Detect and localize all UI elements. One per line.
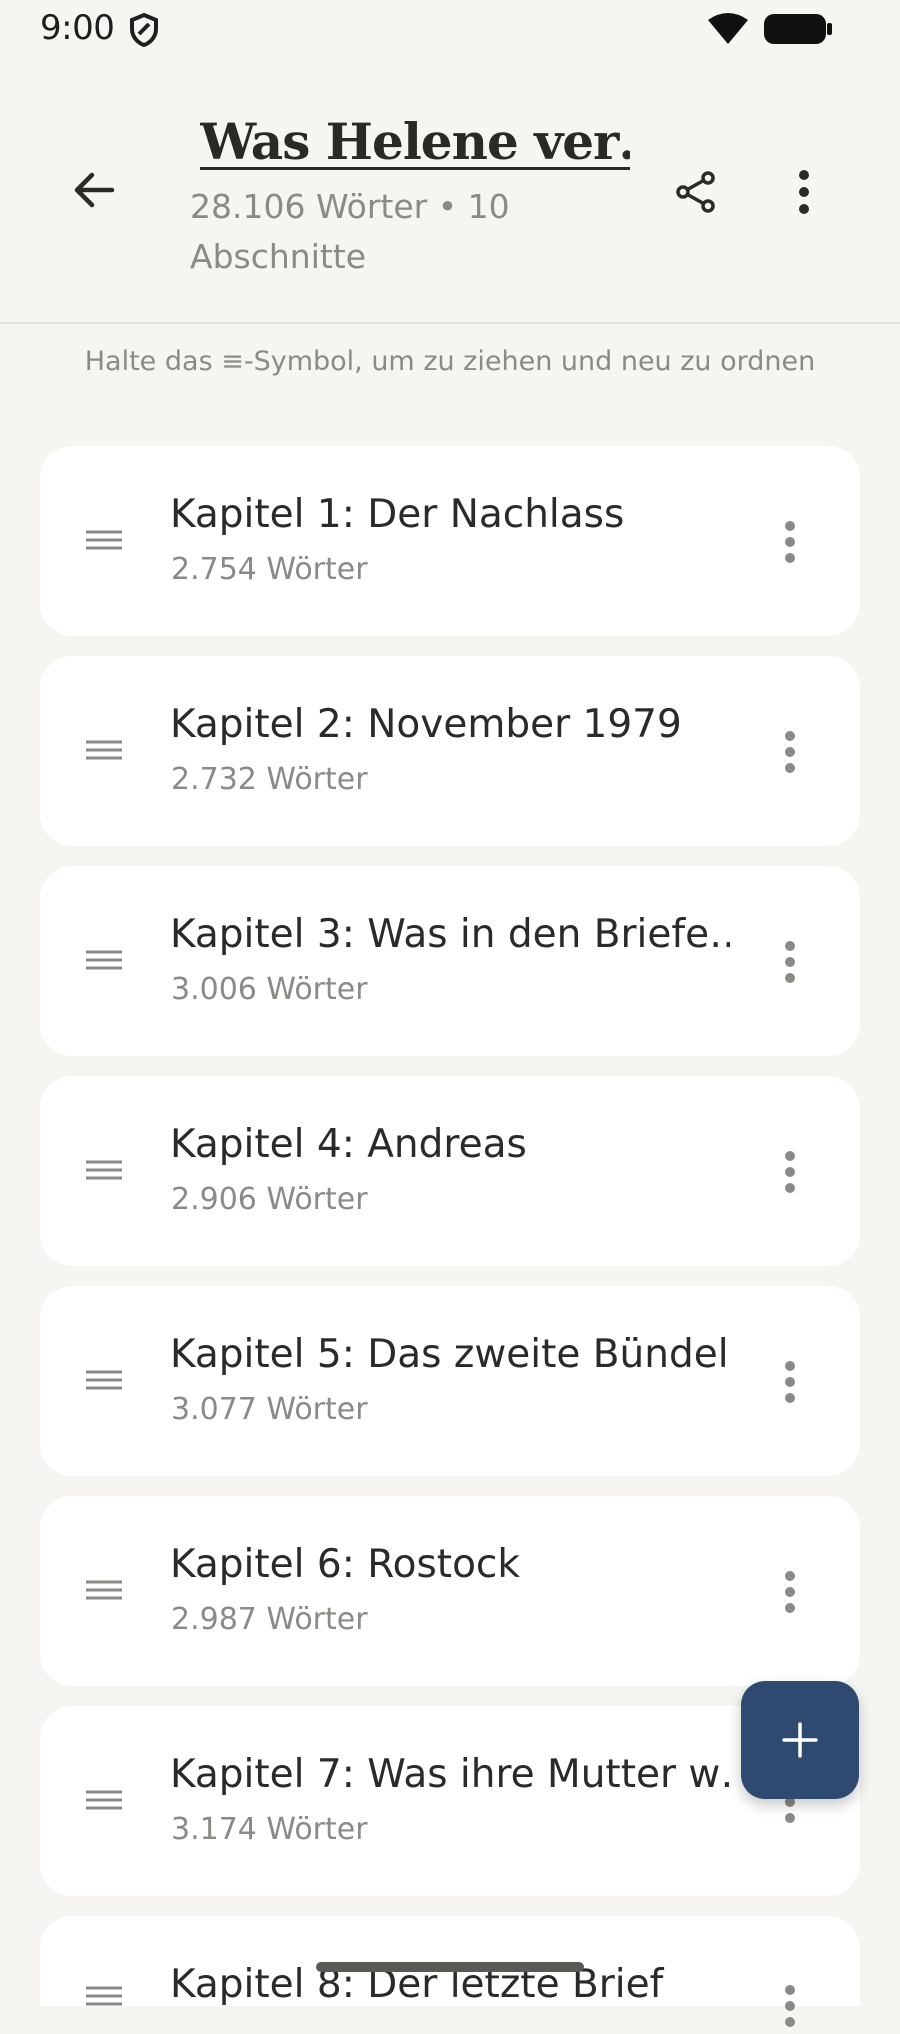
shield-icon bbox=[128, 12, 160, 52]
share-icon bbox=[676, 171, 715, 213]
chapter-word-count: 3.006 Wörter bbox=[171, 972, 368, 1007]
more-vertical-icon bbox=[785, 1985, 795, 2027]
reorder-hint: Halte das ≡-Symbol, um zu ziehen und neu… bbox=[84, 346, 816, 377]
arrow-left-icon bbox=[74, 172, 115, 208]
chapter-title: Kapitel 3: Was in den Briefe… bbox=[170, 912, 730, 957]
more-vertical-icon bbox=[785, 1151, 795, 1193]
chapter-title: Kapitel 5: Das zweite Bündel bbox=[170, 1332, 729, 1377]
chapter-card[interactable]: Kapitel 6: Rostock 2.987 Wörter bbox=[40, 1496, 860, 1686]
more-vertical-icon bbox=[799, 170, 809, 214]
chapter-title: Kapitel 1: Der Nachlass bbox=[170, 492, 625, 537]
more-vertical-icon bbox=[785, 731, 795, 773]
wifi-icon bbox=[706, 12, 750, 50]
drag-handle-icon[interactable] bbox=[84, 1780, 124, 1820]
chapter-word-count: 3.174 Wörter bbox=[171, 1812, 368, 1847]
chapter-card[interactable]: Kapitel 5: Das zweite Bündel 3.077 Wörte… bbox=[40, 1286, 860, 1476]
chapter-more-button[interactable] bbox=[762, 1978, 818, 2034]
chapter-card[interactable]: Kapitel 2: November 1979 2.732 Wörter bbox=[40, 656, 860, 846]
chapter-card[interactable]: Kapitel 8: Der letzte Brief bbox=[40, 1916, 860, 2027]
chapter-more-button[interactable] bbox=[762, 1144, 818, 1200]
drag-handle-icon[interactable] bbox=[84, 520, 124, 560]
home-indicator[interactable] bbox=[316, 1962, 584, 1972]
chapter-card[interactable]: Kapitel 4: Andreas 2.906 Wörter bbox=[40, 1076, 860, 1266]
drag-handle-icon[interactable] bbox=[84, 1570, 124, 1610]
drag-handle-icon[interactable] bbox=[84, 730, 124, 770]
chapter-more-button[interactable] bbox=[762, 934, 818, 990]
status-time: 9:00 bbox=[40, 8, 115, 48]
chapter-card[interactable]: Kapitel 7: Was ihre Mutter w… 3.174 Wört… bbox=[40, 1706, 860, 1896]
document-stats: 28.106 Wörter • 10 Abschnitte bbox=[190, 187, 510, 276]
chapter-word-count: 2.987 Wörter bbox=[171, 1602, 368, 1637]
drag-handle-icon[interactable] bbox=[84, 940, 124, 980]
more-options-button[interactable] bbox=[772, 160, 836, 224]
drag-handle-icon[interactable] bbox=[84, 1976, 124, 2016]
plus-icon bbox=[782, 1722, 818, 1758]
chapter-title: Kapitel 2: November 1979 bbox=[170, 702, 682, 747]
drag-handle-icon[interactable] bbox=[84, 1150, 124, 1190]
chapter-card[interactable]: Kapitel 3: Was in den Briefe… 3.006 Wört… bbox=[40, 866, 860, 1056]
chapter-title: Kapitel 4: Andreas bbox=[170, 1122, 527, 1167]
chapter-word-count: 2.754 Wörter bbox=[171, 552, 368, 587]
more-vertical-icon bbox=[785, 1361, 795, 1403]
drag-handle-icon[interactable] bbox=[84, 1360, 124, 1400]
more-vertical-icon bbox=[785, 521, 795, 563]
chapter-card[interactable]: Kapitel 1: Der Nachlass 2.754 Wörter bbox=[40, 446, 860, 636]
back-button[interactable] bbox=[62, 158, 126, 222]
chapter-word-count: 2.732 Wörter bbox=[171, 762, 368, 797]
chapter-more-button[interactable] bbox=[762, 724, 818, 780]
chapter-word-count: 2.906 Wörter bbox=[171, 1182, 368, 1217]
chapter-title: Kapitel 6: Rostock bbox=[170, 1542, 520, 1587]
chapter-more-button[interactable] bbox=[762, 1354, 818, 1410]
more-vertical-icon bbox=[785, 1571, 795, 1613]
chapter-more-button[interactable] bbox=[762, 514, 818, 570]
share-button[interactable] bbox=[664, 160, 728, 224]
battery-icon bbox=[762, 12, 834, 50]
status-bar: 9:00 bbox=[0, 0, 900, 60]
app-header: Was Helene ver… 28.106 Wörter • 10 Absch… bbox=[0, 60, 900, 324]
chapter-word-count: 3.077 Wörter bbox=[171, 1392, 368, 1427]
chapter-more-button[interactable] bbox=[762, 1564, 818, 1620]
more-vertical-icon bbox=[785, 941, 795, 983]
page-title[interactable]: Was Helene ver… bbox=[200, 112, 630, 171]
add-chapter-button[interactable] bbox=[741, 1681, 859, 1799]
chapter-title: Kapitel 7: Was ihre Mutter w… bbox=[170, 1752, 730, 1797]
